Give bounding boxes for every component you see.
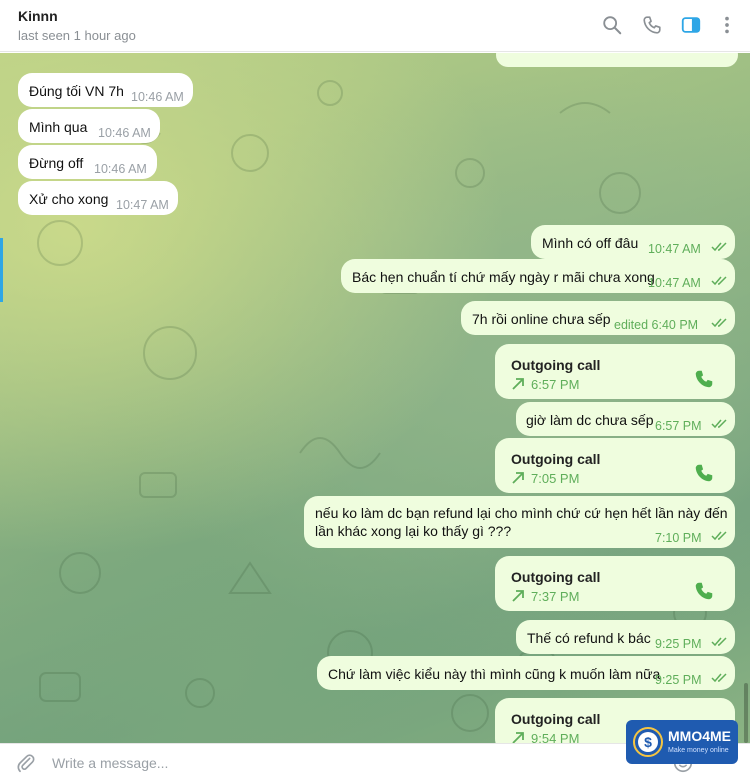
message-time: 10:47 AM xyxy=(648,276,701,290)
message-time: 9:25 PM xyxy=(655,637,702,651)
read-check-icon xyxy=(711,673,727,683)
outgoing-arrow-icon xyxy=(512,378,524,390)
contact-name[interactable]: Kinnn xyxy=(18,8,58,24)
call-title: Outgoing call xyxy=(511,357,601,373)
incoming-message[interactable]: Xử cho xong 10:47 AM xyxy=(18,181,178,215)
phone-icon[interactable] xyxy=(641,14,663,36)
outgoing-call-message[interactable]: Outgoing call 7:37 PM xyxy=(495,556,735,611)
watermark-title: MMO4ME xyxy=(668,728,731,744)
message-text: Mình qua xyxy=(29,119,88,135)
attach-paperclip-icon[interactable] xyxy=(15,752,37,774)
message-time: 10:46 AM xyxy=(98,126,151,140)
call-time: 7:37 PM xyxy=(531,589,580,604)
message-time: 10:47 AM xyxy=(648,242,701,256)
mmo4me-watermark: $ MMO4ME Make money online xyxy=(626,720,738,764)
outgoing-message[interactable]: Bác hẹn chuẩn tí chứ mấy ngày r mãi chưa… xyxy=(341,259,735,293)
message-text-line-1: nếu ko làm dc bạn refund lại cho mình ch… xyxy=(315,505,728,521)
last-seen-status: last seen 1 hour ago xyxy=(18,28,136,43)
message-time: 6:57 PM xyxy=(655,419,702,433)
watermark-subtitle: Make money online xyxy=(668,747,729,754)
outgoing-message[interactable]: Chứ làm việc kiểu này thì mình cũng k mu… xyxy=(317,656,735,690)
chat-header: Kinnn last seen 1 hour ago xyxy=(0,0,750,52)
message-input[interactable] xyxy=(52,752,612,774)
outgoing-arrow-icon xyxy=(512,472,524,484)
sidebar-toggle-icon[interactable] xyxy=(680,14,702,36)
message-time: 7:10 PM xyxy=(655,531,702,545)
message-time: 10:46 AM xyxy=(94,162,147,176)
incoming-message[interactable]: Đúng tối VN 7h 10:46 AM xyxy=(18,73,193,107)
outgoing-call-message[interactable]: Outgoing call 7:05 PM xyxy=(495,438,735,493)
message-time: 10:46 AM xyxy=(131,90,184,104)
message-text: Bác hẹn chuẩn tí chứ mấy ngày r mãi chưa… xyxy=(352,269,655,285)
call-back-phone-icon[interactable] xyxy=(693,462,715,484)
left-edge-accent xyxy=(0,238,3,302)
outgoing-message[interactable]: 7h rồi online chưa sếp edited 6:40 PM xyxy=(461,301,735,335)
message-text: Mình có off đâu xyxy=(542,235,639,251)
call-title: Outgoing call xyxy=(511,569,601,585)
message-text: Chứ làm việc kiểu này thì mình cũng k mu… xyxy=(328,666,661,682)
message-text: Xử cho xong xyxy=(29,191,109,207)
search-icon[interactable] xyxy=(601,14,623,36)
message-time: 10:47 AM xyxy=(116,198,169,212)
message-text: Đừng off xyxy=(29,155,84,171)
outgoing-call-message[interactable]: Outgoing call 6:57 PM xyxy=(495,344,735,399)
previous-message-bubble xyxy=(496,53,738,67)
message-text: Đúng tối VN 7h xyxy=(29,83,124,99)
call-back-phone-icon[interactable] xyxy=(693,580,715,602)
read-check-icon xyxy=(711,419,727,429)
outgoing-message[interactable]: giờ làm dc chưa sếp 6:57 PM xyxy=(516,402,735,436)
outgoing-message[interactable]: Mình có off đâu 10:47 AM xyxy=(531,225,735,259)
message-time: 9:25 PM xyxy=(655,673,702,687)
call-title: Outgoing call xyxy=(511,451,601,467)
message-text: Thế có refund k bác xyxy=(527,630,651,646)
outgoing-message[interactable]: nếu ko làm dc bạn refund lại cho mình ch… xyxy=(304,496,735,548)
call-time: 7:05 PM xyxy=(531,471,580,486)
read-check-icon xyxy=(711,318,727,328)
read-check-icon xyxy=(711,242,727,252)
call-time: 9:54 PM xyxy=(531,731,580,743)
message-time: edited 6:40 PM xyxy=(614,318,699,332)
svg-text:$: $ xyxy=(644,734,652,750)
call-title: Outgoing call xyxy=(511,711,601,727)
read-check-icon xyxy=(711,531,727,541)
call-time: 6:57 PM xyxy=(531,377,580,392)
incoming-message[interactable]: Mình qua 10:46 AM xyxy=(18,109,160,143)
more-vert-icon[interactable] xyxy=(716,14,738,36)
read-check-icon xyxy=(711,637,727,647)
message-text-line-2: lần khác xong lại ko thấy gì ??? xyxy=(315,523,512,539)
outgoing-message[interactable]: Thế có refund k bác 9:25 PM xyxy=(516,620,735,654)
message-text: giờ làm dc chưa sếp xyxy=(526,412,654,428)
chat-scrollbar[interactable] xyxy=(744,683,748,743)
read-check-icon xyxy=(711,276,727,286)
incoming-message[interactable]: Đừng off 10:46 AM xyxy=(18,145,157,179)
dollar-logo-icon: $ xyxy=(633,727,663,757)
outgoing-arrow-icon xyxy=(512,590,524,602)
message-text: 7h rồi online chưa sếp xyxy=(472,311,611,327)
outgoing-arrow-icon xyxy=(512,732,524,743)
call-back-phone-icon[interactable] xyxy=(693,368,715,390)
chat-area[interactable]: Đúng tối VN 7h 10:46 AM Mình qua 10:46 A… xyxy=(0,53,750,743)
